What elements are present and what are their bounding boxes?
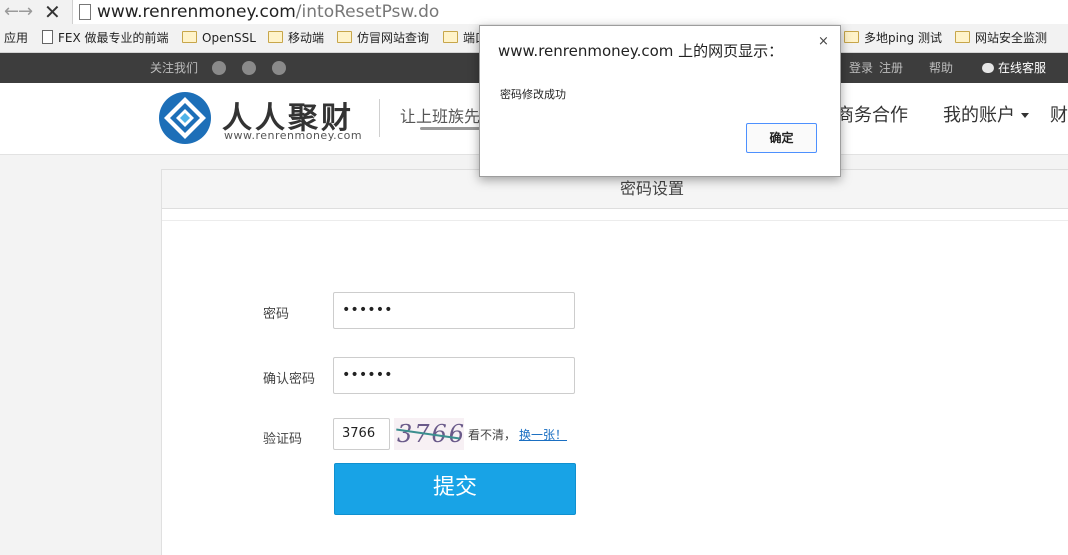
browser-address-bar: ← → ✕ www.renrenmoney.com/intoResetPsw.d… [0, 0, 1068, 24]
password-label: 密码 [263, 307, 290, 322]
dialog-message: 密码修改成功 [500, 88, 566, 101]
stop-loading-icon[interactable]: ✕ [44, 0, 61, 24]
folder-icon [844, 31, 859, 43]
url-field[interactable]: www.renrenmoney.com/intoResetPsw.do [72, 0, 1068, 24]
folder-icon [443, 31, 458, 43]
weibo-icon[interactable] [242, 53, 256, 83]
nav-my-account[interactable]: 我的账户 [943, 101, 1029, 127]
help-link[interactable]: 帮助 [929, 53, 953, 83]
page-icon [42, 30, 53, 44]
header-divider [379, 99, 380, 137]
password-input[interactable]: •••••• [333, 292, 575, 329]
dialog-title: www.renrenmoney.com 上的网页显示： [498, 42, 784, 60]
online-service-link[interactable]: 在线客服 [982, 53, 1046, 83]
bookmark-fex[interactable]: FEX 做最专业的前端 [42, 24, 169, 52]
captcha-hint: 看不清， [468, 428, 517, 442]
bookmark-openssl[interactable]: OpenSSL [182, 24, 256, 52]
bookmark-site-security[interactable]: 网站安全监测 [955, 24, 1047, 52]
captcha-input[interactable]: 3766 [333, 418, 390, 450]
captcha-label: 验证码 [263, 432, 303, 447]
confirm-password-label: 确认密码 [263, 372, 316, 387]
nav-finance[interactable]: 财 [1050, 101, 1068, 127]
back-arrow-icon[interactable]: ← [4, 0, 19, 24]
alert-dialog: www.renrenmoney.com 上的网页显示： × 密码修改成功 确定 [479, 25, 841, 177]
password-settings-panel: 密码设置 密码 •••••• 确认密码 •••••• 验证码 3766 3766… [161, 169, 1068, 555]
bookmark-phishing-check[interactable]: 仿冒网站查询 [337, 24, 429, 52]
follow-us-label: 关注我们 [150, 61, 199, 75]
url-text: www.renrenmoney.com/intoResetPsw.do [97, 2, 440, 22]
wechat-icon[interactable] [272, 53, 286, 83]
bookmark-apps[interactable]: 应用 [4, 24, 28, 52]
divider [162, 220, 1068, 221]
nav-business-cooperation[interactable]: 商务合作 [836, 101, 908, 127]
logo-subtitle: www.renrenmoney.com [224, 129, 363, 142]
tencent-weibo-icon[interactable] [212, 53, 226, 83]
logo-diamond-icon[interactable] [158, 91, 212, 145]
folder-icon [182, 31, 197, 43]
confirm-password-input[interactable]: •••••• [333, 357, 575, 394]
slogan-swoosh [420, 127, 480, 130]
page-icon [79, 4, 91, 20]
folder-icon [337, 31, 352, 43]
bookmark-multi-ping[interactable]: 多地ping 测试 [844, 24, 942, 52]
close-icon[interactable]: × [818, 34, 829, 49]
chat-bubble-icon [982, 63, 994, 73]
submit-button[interactable]: 提交 [334, 463, 576, 515]
chevron-down-icon [1021, 113, 1029, 118]
captcha-image[interactable]: 3766 [394, 418, 464, 450]
folder-icon [955, 31, 970, 43]
bookmark-mobile[interactable]: 移动端 [268, 24, 324, 52]
folder-icon [268, 31, 283, 43]
register-link[interactable]: 注册 [879, 53, 903, 83]
slogan: 让上班族先 [400, 107, 481, 126]
captcha-refresh-link[interactable]: 换一张！ [519, 426, 567, 443]
ok-button[interactable]: 确定 [746, 123, 817, 153]
login-link[interactable]: 登录 [849, 53, 873, 83]
forward-arrow-icon[interactable]: → [18, 0, 33, 24]
